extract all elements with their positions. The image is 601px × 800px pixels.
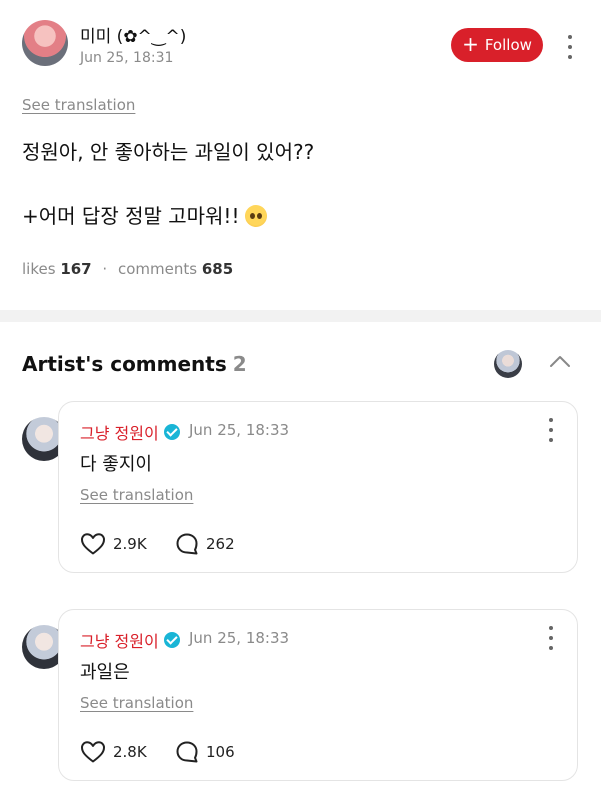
reply-button[interactable]: 262 bbox=[175, 532, 235, 556]
like-count: 2.9K bbox=[113, 535, 147, 553]
follow-button[interactable]: + Follow bbox=[451, 28, 543, 62]
plus-icon: + bbox=[462, 32, 479, 56]
more-vertical-icon[interactable] bbox=[564, 35, 576, 59]
pleading-face-emoji bbox=[245, 205, 268, 227]
verified-badge-icon bbox=[163, 632, 180, 648]
comments-count[interactable]: 685 bbox=[202, 260, 233, 278]
post-body-line-2: +어머 답장 정말 고마워!! bbox=[22, 204, 268, 228]
like-count: 2.8K bbox=[113, 743, 147, 761]
post-body-line-2-text: +어머 답장 정말 고마워!! bbox=[22, 204, 240, 228]
see-translation-link[interactable]: See translation bbox=[80, 694, 193, 712]
commenter-name-text: 그냥 정원이 bbox=[80, 424, 159, 443]
more-vertical-icon[interactable] bbox=[545, 626, 557, 650]
author-avatar[interactable] bbox=[22, 20, 68, 66]
artist-comments-section: Artist's comments 2 그냥 정원이 Jun 25, 18:33 … bbox=[0, 322, 601, 800]
like-button[interactable]: 2.9K bbox=[80, 532, 147, 556]
see-translation-link[interactable]: See translation bbox=[22, 96, 135, 114]
artist-comments-count: 2 bbox=[232, 352, 247, 376]
post-stats: likes 167 · comments 685 bbox=[22, 260, 233, 278]
like-button[interactable]: 2.8K bbox=[80, 740, 147, 764]
more-vertical-icon[interactable] bbox=[545, 418, 557, 442]
comment-timestamp: Jun 25, 18:33 bbox=[189, 421, 290, 439]
reply-count: 106 bbox=[206, 743, 235, 761]
stats-separator: · bbox=[102, 260, 108, 278]
heart-icon bbox=[81, 741, 105, 763]
post-timestamp: Jun 25, 18:31 bbox=[80, 50, 174, 66]
verified-badge-icon bbox=[163, 424, 180, 440]
likes-label: likes bbox=[22, 260, 56, 278]
comment-text: 과일은 bbox=[80, 662, 130, 683]
commenter-name-text: 그냥 정원이 bbox=[80, 632, 159, 651]
commenter-name[interactable]: 그냥 정원이 bbox=[80, 420, 180, 444]
section-divider bbox=[0, 310, 601, 322]
post: 미미 (✿^‿^) Jun 25, 18:31 + Follow See tra… bbox=[0, 0, 601, 310]
reply-count: 262 bbox=[206, 535, 235, 553]
author-name[interactable]: 미미 (✿^‿^) bbox=[80, 22, 186, 47]
comment-timestamp: Jun 25, 18:33 bbox=[189, 629, 290, 647]
see-translation-link[interactable]: See translation bbox=[80, 486, 193, 504]
artist-avatar-small[interactable] bbox=[494, 350, 522, 378]
comment-bubble-icon bbox=[176, 533, 198, 555]
heart-icon bbox=[81, 533, 105, 555]
chevron-up-icon[interactable] bbox=[549, 354, 571, 368]
artist-comment-card: 그냥 정원이 Jun 25, 18:33 과일은 See translation… bbox=[58, 609, 578, 781]
follow-label: Follow bbox=[484, 36, 532, 54]
comments-label[interactable]: comments bbox=[118, 260, 197, 278]
artist-comment-card: 그냥 정원이 Jun 25, 18:33 다 좋지이 See translati… bbox=[58, 401, 578, 573]
comment-text: 다 좋지이 bbox=[80, 454, 152, 475]
comment-bubble-icon bbox=[176, 741, 198, 763]
artist-comments-title: Artist's comments 2 bbox=[22, 352, 247, 376]
post-body-line-1: 정원아, 안 좋아하는 과일이 있어?? bbox=[22, 140, 315, 164]
artist-comments-title-text: Artist's comments bbox=[22, 352, 227, 376]
likes-count: 167 bbox=[60, 260, 92, 278]
commenter-name[interactable]: 그냥 정원이 bbox=[80, 628, 180, 652]
reply-button[interactable]: 106 bbox=[175, 740, 235, 764]
